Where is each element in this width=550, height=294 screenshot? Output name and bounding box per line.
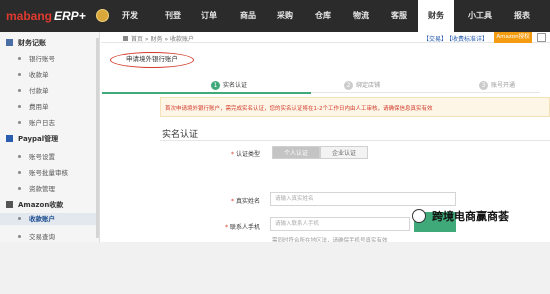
sidebar-item-receipts[interactable]: 收款单	[18, 69, 49, 79]
watermark-text: 跨境电商赢商荟	[432, 210, 509, 223]
page-title: 申请境外银行账户	[110, 52, 194, 68]
breadcrumb-finance[interactable]: 财务	[151, 36, 163, 43]
nav-item-customer-service[interactable]: 客服	[383, 0, 415, 32]
fee-standard-link[interactable]: 【收费标准详】	[446, 34, 488, 43]
nav-item-warehouse[interactable]: 仓库	[307, 0, 339, 32]
bottom-area	[0, 242, 550, 294]
wechat-icon	[412, 209, 426, 223]
nav-item-logistics[interactable]: 物流	[345, 0, 377, 32]
nav-item-finance[interactable]: 财务	[418, 0, 454, 32]
cube-icon[interactable]	[537, 33, 546, 42]
step-1: 1 实名认证	[211, 80, 247, 90]
home-icon	[123, 36, 128, 41]
phone-input[interactable]: 请输入联系人手机	[270, 217, 410, 231]
nav-item-orders[interactable]: 订单	[193, 0, 225, 32]
sidebar: 财务记账 银行账号 收款单 付款单 费用单 账户日志 Paypal管理 账号设置…	[0, 32, 100, 242]
logo-product: ERP+	[54, 9, 86, 23]
real-name-label: * 真实姓名	[230, 198, 260, 205]
nav-item-products[interactable]: 商品	[232, 0, 264, 32]
sidebar-section-paypal[interactable]: Paypal管理	[6, 134, 58, 144]
breadcrumb: 首页 » 财务 » 收款账户	[123, 34, 194, 43]
nav-item-reports[interactable]: 报表	[506, 0, 538, 32]
ledger-icon	[6, 39, 13, 46]
breadcrumb-current: 收款账户	[170, 36, 195, 43]
badge-icon	[96, 9, 109, 22]
step-track	[311, 92, 540, 93]
sidebar-scrollbar[interactable]	[96, 38, 99, 238]
real-name-input[interactable]: 请输入真实姓名	[270, 192, 456, 206]
step-3: 3 账号开通	[479, 80, 515, 90]
sidebar-item-receiving-account[interactable]: 收款账户	[0, 213, 99, 225]
sidebar-item-account-log[interactable]: 账户日志	[18, 117, 55, 127]
logo[interactable]: mabang ERP+	[6, 9, 86, 23]
sidebar-item-bank-account[interactable]: 银行账号	[18, 53, 55, 63]
nav-item-tools[interactable]: 小工具	[460, 0, 500, 32]
sidebar-section-finance[interactable]: 财务记账	[6, 38, 46, 48]
nav-item-purchasing[interactable]: 采购	[269, 0, 301, 32]
sidebar-item-batch-review[interactable]: 账号批量审核	[18, 167, 68, 177]
sidebar-item-payments[interactable]: 付款单	[18, 85, 49, 95]
auth-type-personal-option[interactable]: 个人认证	[272, 146, 320, 159]
amazon-authorize-button[interactable]: Amazon授权	[494, 32, 532, 43]
nav-item-develop[interactable]: 开发	[114, 0, 146, 32]
amazon-icon	[6, 201, 13, 208]
nav-item-listing[interactable]: 刊登	[157, 0, 189, 32]
auth-type-enterprise-option[interactable]: 企业认证	[320, 146, 368, 159]
phone-label: * 联系人手机	[224, 224, 260, 231]
breadcrumb-home[interactable]: 首页	[131, 36, 143, 43]
sidebar-item-transactions[interactable]: 交易查询	[18, 231, 55, 241]
notice-text: 首次申请境外银行账户，需完成实名认证，您的实名认证将在1-2个工作日内由人工审核…	[165, 106, 433, 112]
divider	[160, 140, 550, 141]
sidebar-item-expenses[interactable]: 费用单	[18, 101, 49, 111]
sidebar-item-funds[interactable]: 资款管理	[18, 183, 55, 193]
top-nav-bar: mabang ERP+ 开发 刊登 订单 商品 采购 仓库 物流 客服 财务 小工…	[0, 0, 550, 32]
sidebar-section-amazon[interactable]: Amazon收款	[6, 200, 63, 210]
section-title: 实名认证	[162, 130, 199, 140]
notice-banner: 首次申请境外银行账户，需完成实名认证，您的实名认证将在1-2个工作日内由人工审核…	[160, 97, 550, 117]
paypal-icon	[6, 135, 13, 142]
watermark: 跨境电商赢商荟	[412, 206, 548, 228]
trade-link[interactable]: 【交易】	[423, 34, 447, 43]
sidebar-item-account-settings[interactable]: 账号设置	[18, 151, 55, 161]
step-track-active	[102, 92, 311, 94]
step-indicator: 1 实名认证 2 绑定店铺 3 账号开通	[102, 80, 540, 94]
logo-brand: mabang	[6, 9, 53, 23]
auth-type-label: * 认证类型	[230, 151, 260, 158]
step-2: 2 绑定店铺	[344, 80, 380, 90]
